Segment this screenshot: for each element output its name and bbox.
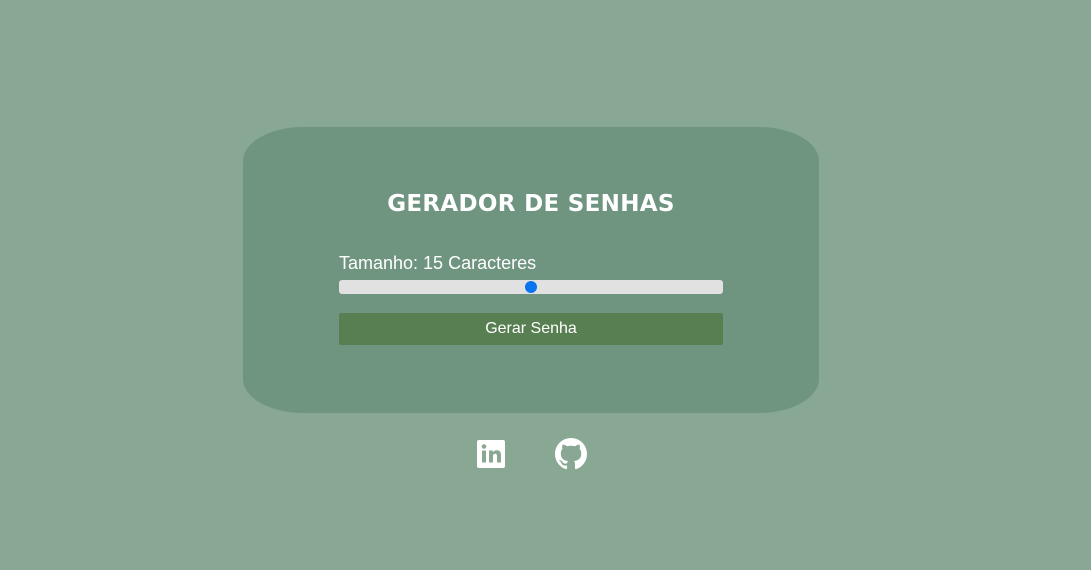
size-label: Tamanho: 15 Caracteres <box>339 253 537 273</box>
length-slider[interactable] <box>339 280 723 294</box>
password-generator-card: GERADOR DE SENHAS Tamanho: 15 Caracteres… <box>243 127 819 413</box>
slider-thumb[interactable] <box>525 281 537 293</box>
page-title: GERADOR DE SENHAS <box>387 191 675 217</box>
linkedin-icon <box>477 440 505 468</box>
github-icon <box>555 438 587 470</box>
github-link[interactable] <box>555 438 587 470</box>
linkedin-link[interactable] <box>475 438 507 470</box>
generate-password-button[interactable]: Gerar Senha <box>339 313 723 345</box>
